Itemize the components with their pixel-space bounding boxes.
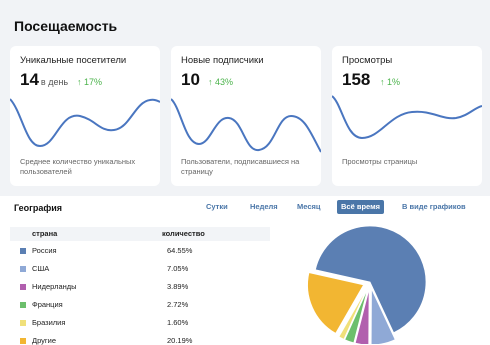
visitors-sparkline bbox=[10, 98, 160, 148]
legend-swatch bbox=[20, 248, 26, 254]
legend-swatch bbox=[20, 266, 26, 272]
card-description: Пользователи, подписавшиеся на страницу bbox=[181, 157, 300, 176]
column-header-country: страна bbox=[32, 229, 58, 238]
country-value: 64.55% bbox=[167, 246, 193, 255]
country-value: 20.19% bbox=[167, 336, 193, 345]
country-name: Россия bbox=[32, 246, 57, 255]
card-unique-visitors[interactable]: Уникальные посетители 14 в день ↑ 17% Сре… bbox=[10, 46, 160, 186]
card-title: Новые подписчики bbox=[181, 55, 264, 66]
card-value: 14 в день bbox=[20, 70, 69, 89]
country-value: 1.60% bbox=[167, 318, 189, 327]
legend-swatch bbox=[20, 320, 26, 326]
country-name: Бразилия bbox=[32, 318, 66, 327]
card-unit: в день bbox=[40, 77, 69, 87]
page-title: Посещаемость bbox=[14, 18, 118, 34]
country-value: 2.72% bbox=[167, 300, 189, 309]
country-name: США bbox=[32, 264, 50, 273]
card-delta: ↑ 17% bbox=[77, 77, 103, 87]
card-views[interactable]: Просмотры 158 ↑ 1% Просмотры страницы bbox=[332, 46, 482, 186]
tab-day[interactable]: Сутки bbox=[206, 200, 228, 214]
subscribers-sparkline bbox=[171, 98, 321, 153]
country-value: 7.05% bbox=[167, 264, 189, 273]
card-delta: ↑ 1% bbox=[380, 77, 401, 87]
tab-charts-view[interactable]: В виде графиков bbox=[402, 200, 466, 214]
legend-swatch bbox=[20, 302, 26, 308]
tab-all-time[interactable]: Всё время bbox=[337, 200, 385, 214]
card-description: Просмотры страницы bbox=[342, 157, 418, 166]
views-sparkline bbox=[332, 95, 482, 140]
legend-swatch bbox=[20, 338, 26, 344]
tab-month[interactable]: Месяц bbox=[297, 200, 320, 214]
card-title: Уникальные посетители bbox=[20, 55, 127, 66]
card-delta: ↑ 43% bbox=[208, 77, 234, 87]
geography-title: География bbox=[14, 203, 63, 213]
card-title: Просмотры bbox=[342, 55, 393, 66]
legend-swatch bbox=[20, 284, 26, 290]
geography-pie-chart bbox=[307, 225, 427, 344]
country-name: Франция bbox=[32, 300, 63, 309]
card-value: 158 bbox=[342, 70, 371, 89]
table-header: страна количество bbox=[10, 227, 270, 241]
tab-week[interactable]: Неделя bbox=[250, 200, 278, 214]
card-value: 10 bbox=[181, 70, 200, 89]
column-header-value: количество bbox=[162, 229, 205, 238]
card-description: Среднее количество уникальных пользовате… bbox=[20, 157, 136, 176]
country-value: 3.89% bbox=[167, 282, 189, 291]
country-name: Нидерланды bbox=[32, 282, 77, 291]
card-new-subscribers[interactable]: Новые подписчики 10 ↑ 43% Пользователи, … bbox=[171, 46, 321, 186]
country-name: Другие bbox=[32, 336, 57, 345]
